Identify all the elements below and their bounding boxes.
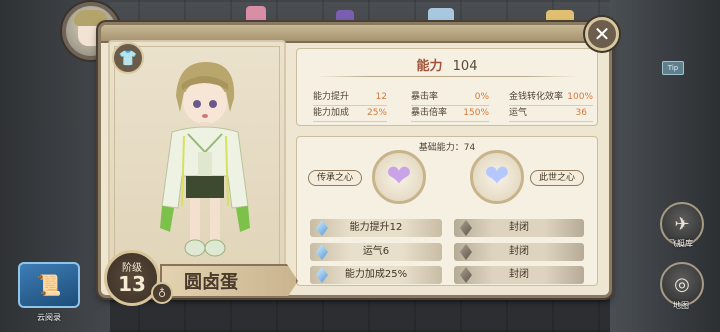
rainbow-heart-icon: ❤	[386, 159, 412, 194]
stat-label: 能力提升	[313, 92, 350, 102]
gray-gem-icon	[460, 220, 472, 236]
stat-value: 36	[575, 108, 587, 118]
stat-underline	[509, 121, 593, 122]
inheritance-slot-1[interactable]: 能力提升12	[310, 219, 442, 237]
base-ability-panel	[296, 136, 598, 286]
map-icon: ◎	[674, 273, 690, 295]
stat-label: 能力加成	[313, 108, 350, 118]
map-label: 地图	[673, 301, 689, 310]
current-world-slot-1[interactable]: 封闭	[454, 219, 584, 237]
slot-label: 封闭	[509, 246, 529, 257]
power-label: 能力	[416, 59, 443, 74]
stat-value: 0%	[474, 92, 489, 102]
inheritance-heart-tag: 传承之心	[308, 170, 363, 186]
stat-label: 运气	[509, 108, 528, 118]
inheritance-heart-slot[interactable]: ❤	[372, 150, 426, 204]
stat-value: 100%	[567, 92, 593, 102]
stat-crit-multiplier: 暴击倍率 150%	[411, 107, 489, 120]
character-name-plate: 圆卤蛋	[160, 264, 298, 298]
blue-heart-icon: ❤	[484, 159, 510, 194]
scroll-book-icon: 📜	[36, 273, 62, 297]
airship-icon: ✈	[674, 213, 690, 235]
stat-crit-rate: 暴击率 0%	[411, 91, 489, 104]
blue-gem-icon	[316, 220, 328, 236]
shirt-icon: 👕	[118, 49, 138, 67]
airship-label: 飞艇库	[669, 239, 693, 248]
slot-label: 封闭	[509, 222, 529, 233]
stat-label: 暴击倍率	[411, 108, 448, 118]
slot-label: 运气6	[362, 246, 390, 257]
ring-symbol: ♁	[157, 286, 167, 300]
current-world-slot-2[interactable]: 封闭	[454, 243, 584, 261]
inheritance-slot-3[interactable]: 能力加成25%	[310, 266, 442, 284]
stat-underline	[313, 121, 387, 122]
stat-ability-boost: 能力提升 12	[313, 91, 387, 104]
gray-gem-icon	[460, 267, 472, 283]
stat-money-efficiency: 金钱转化效率 100%	[509, 91, 593, 104]
close-button[interactable]: ✕	[585, 17, 619, 51]
ring-icon[interactable]: ♁	[151, 282, 173, 304]
gray-gem-icon	[460, 244, 472, 260]
wardrobe-button[interactable]: 👕	[112, 42, 144, 74]
base-ability-title: 基础能力：74	[418, 143, 476, 153]
power-line: 能力 104	[297, 55, 597, 74]
current-world-heart-tag: 此世之心	[530, 170, 585, 186]
stat-underline	[313, 105, 387, 106]
stat-label: 暴击率	[411, 92, 439, 102]
blue-gem-icon	[316, 244, 328, 260]
power-value: 104	[452, 59, 478, 74]
level-value: 13	[118, 272, 146, 296]
stat-underline	[509, 105, 593, 106]
stat-luck: 运气 36	[509, 107, 593, 120]
cloud-record-button[interactable]: 📜	[18, 262, 80, 308]
power-divider	[317, 76, 577, 77]
stat-value: 12	[375, 92, 387, 102]
inheritance-slot-2[interactable]: 运气6	[310, 243, 442, 261]
character-name: 圆卤蛋	[184, 272, 238, 293]
slot-label: 能力提升12	[349, 222, 403, 233]
blue-gem-icon	[316, 267, 328, 283]
current-world-slot-3[interactable]: 封闭	[454, 266, 584, 284]
stat-value: 25%	[366, 108, 387, 118]
stat-underline	[411, 105, 489, 106]
current-world-heart-slot[interactable]: ❤	[470, 150, 524, 204]
tip-badge[interactable]: Tip	[662, 61, 684, 75]
slot-label: 封闭	[509, 269, 529, 280]
stats-panel: 能力 104 能力提升 12 暴击率 0% 金钱转化效率 100% 能力加成 2…	[296, 48, 598, 126]
cloud-record-label: 云阅录	[37, 313, 61, 322]
stat-underline	[411, 121, 489, 122]
character-figure	[160, 62, 250, 257]
close-icon: ✕	[593, 22, 611, 46]
slot-label: 能力加成25%	[344, 269, 408, 280]
stat-value: 150%	[463, 108, 489, 118]
stat-label: 金钱转化效率	[509, 92, 564, 102]
stat-ability-bonus: 能力加成 25%	[313, 107, 387, 120]
